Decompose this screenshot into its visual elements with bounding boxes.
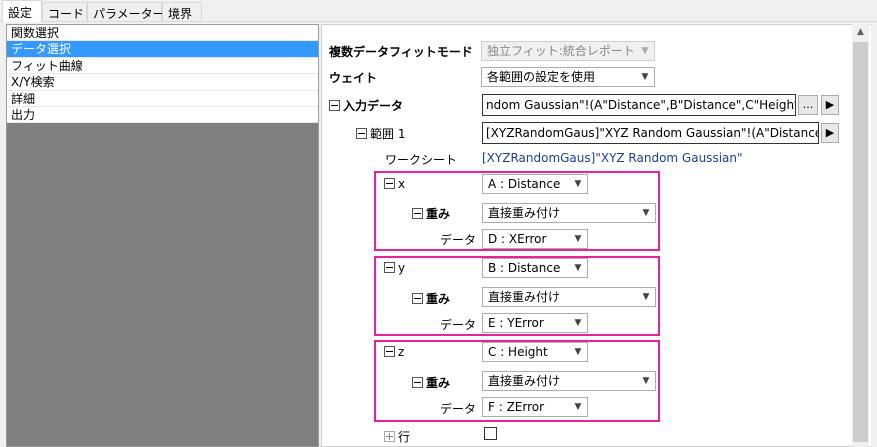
chevron-down-icon: ▼ bbox=[574, 234, 582, 244]
y-column-value: B : Distance bbox=[488, 261, 561, 275]
chevron-down-icon: ▼ bbox=[641, 46, 649, 56]
z-data-value: F : ZError bbox=[488, 400, 545, 414]
collapse-icon[interactable] bbox=[412, 208, 423, 219]
collapse-icon[interactable] bbox=[412, 377, 423, 388]
sidebar-panel: 関数選択 データ選択 フィット曲線 X/Y検索 詳細 出力 bbox=[6, 24, 319, 447]
x-column-select[interactable]: A : Distance ▼ bbox=[482, 174, 588, 194]
z-label[interactable]: z bbox=[384, 345, 404, 359]
chevron-down-icon: ▼ bbox=[574, 179, 582, 189]
scroll-thumb[interactable] bbox=[853, 42, 868, 442]
chevron-down-icon: ▼ bbox=[642, 292, 650, 302]
y-data-select[interactable]: E : YError ▼ bbox=[482, 313, 588, 333]
tab-bar: 設定 コード パラメーター 境界 bbox=[0, 0, 877, 22]
chevron-down-icon: ▼ bbox=[641, 72, 649, 82]
row-label[interactable]: 行 bbox=[384, 428, 410, 445]
scroll-up-icon[interactable]: ▲ bbox=[852, 24, 869, 41]
x-data-select[interactable]: D : XError ▼ bbox=[482, 229, 588, 249]
x-data-label: データ bbox=[440, 233, 477, 247]
weight-value: 各範囲の設定を使用 bbox=[487, 70, 596, 84]
range-1-text: 範囲 1 bbox=[370, 127, 406, 141]
y-weight-text: 重み bbox=[426, 292, 451, 306]
range-1-label[interactable]: 範囲 1 bbox=[356, 125, 405, 142]
input-data-text: 入力データ bbox=[343, 99, 404, 113]
x-weight-label[interactable]: 重み bbox=[412, 205, 450, 222]
sidebar-item-xy-search[interactable]: X/Y検索 bbox=[7, 74, 318, 91]
input-data-label[interactable]: 入力データ bbox=[329, 97, 403, 114]
row-label-text: 行 bbox=[398, 430, 411, 444]
y-label-text: y bbox=[398, 261, 406, 275]
multi-fit-mode-value: 独立フィット:統合レポート bbox=[487, 44, 635, 58]
tab-bounds[interactable]: 境界 bbox=[162, 2, 202, 22]
chevron-down-icon: ▼ bbox=[574, 318, 582, 328]
collapse-icon[interactable] bbox=[329, 100, 340, 111]
z-data-label: データ bbox=[440, 402, 477, 416]
z-data-select[interactable]: F : ZError ▼ bbox=[482, 397, 588, 417]
x-data-value: D : XError bbox=[488, 232, 547, 246]
sidebar-item-output[interactable]: 出力 bbox=[7, 107, 318, 124]
collapse-icon[interactable] bbox=[412, 293, 423, 304]
x-weight-select[interactable]: 直接重み付け ▼ bbox=[482, 203, 656, 223]
chevron-down-icon: ▼ bbox=[642, 376, 650, 386]
z-weight-label[interactable]: 重み bbox=[412, 374, 450, 391]
input-data-field[interactable]: ndom Gaussian"!(A"Distance",B"Distance",… bbox=[482, 94, 796, 116]
play-icon: ▶ bbox=[825, 126, 835, 139]
sidebar-item-data-select[interactable]: データ選択 bbox=[7, 41, 318, 58]
chevron-down-icon: ▼ bbox=[574, 347, 582, 357]
play-icon: ▶ bbox=[825, 98, 835, 111]
multi-fit-mode-select: 独立フィット:統合レポート ▼ bbox=[481, 41, 655, 61]
y-label[interactable]: y bbox=[384, 261, 405, 275]
worksheet-link[interactable]: [XYZRandomGaus]"XYZ Random Gaussian" bbox=[482, 151, 743, 165]
z-column-select[interactable]: C : Height ▼ bbox=[482, 342, 588, 362]
worksheet-label: ワークシート bbox=[385, 153, 458, 167]
x-weight-value: 直接重み付け bbox=[488, 206, 561, 220]
y-data-label: データ bbox=[440, 318, 477, 332]
y-data-value: E : YError bbox=[488, 316, 544, 330]
y-column-select[interactable]: B : Distance ▼ bbox=[482, 258, 588, 278]
sidebar-list: 関数選択 データ選択 フィット曲線 X/Y検索 詳細 出力 bbox=[7, 25, 318, 124]
collapse-icon[interactable] bbox=[384, 262, 395, 273]
expand-icon[interactable] bbox=[384, 431, 395, 442]
y-weight-value: 直接重み付け bbox=[488, 290, 561, 304]
z-label-text: z bbox=[398, 345, 405, 359]
collapse-icon[interactable] bbox=[384, 178, 395, 189]
input-menu-button[interactable]: ▶ bbox=[821, 95, 839, 115]
sidebar-item-advanced[interactable]: 詳細 bbox=[7, 91, 318, 107]
chevron-down-icon: ▼ bbox=[574, 263, 582, 273]
multi-fit-mode-label: 複数データフィットモード bbox=[329, 45, 473, 59]
weight-label: ウェイト bbox=[329, 71, 378, 85]
collapse-icon[interactable] bbox=[356, 128, 367, 139]
weight-select[interactable]: 各範囲の設定を使用 ▼ bbox=[481, 67, 655, 87]
row-checkbox[interactable] bbox=[484, 427, 497, 440]
y-weight-select[interactable]: 直接重み付け ▼ bbox=[482, 287, 656, 307]
range-menu-button[interactable]: ▶ bbox=[821, 123, 839, 143]
x-label-text: x bbox=[398, 177, 406, 191]
z-weight-text: 重み bbox=[426, 376, 451, 390]
vertical-scrollbar[interactable]: ▲ bbox=[852, 24, 869, 447]
sidebar-item-function-select[interactable]: 関数選択 bbox=[7, 25, 318, 42]
browse-button[interactable]: ... bbox=[798, 95, 818, 115]
x-column-value: A : Distance bbox=[488, 177, 561, 191]
range-1-field[interactable]: [XYZRandomGaus]"XYZ Random Gaussian"!(A"… bbox=[482, 122, 819, 144]
tab-code[interactable]: コード bbox=[42, 2, 87, 22]
chevron-down-icon: ▼ bbox=[642, 208, 650, 218]
tab-divider bbox=[0, 21, 877, 22]
x-label[interactable]: x bbox=[384, 177, 405, 191]
z-weight-value: 直接重み付け bbox=[488, 374, 561, 388]
tab-settings[interactable]: 設定 bbox=[2, 0, 42, 22]
sidebar-item-fit-curve[interactable]: フィット曲線 bbox=[7, 58, 318, 75]
tab-parameters[interactable]: パラメーター bbox=[87, 2, 165, 22]
chevron-down-icon: ▼ bbox=[574, 402, 582, 412]
z-weight-select[interactable]: 直接重み付け ▼ bbox=[482, 371, 656, 391]
x-weight-text: 重み bbox=[426, 207, 451, 221]
z-column-value: C : Height bbox=[488, 345, 548, 359]
y-weight-label[interactable]: 重み bbox=[412, 290, 450, 307]
collapse-icon[interactable] bbox=[384, 346, 395, 357]
